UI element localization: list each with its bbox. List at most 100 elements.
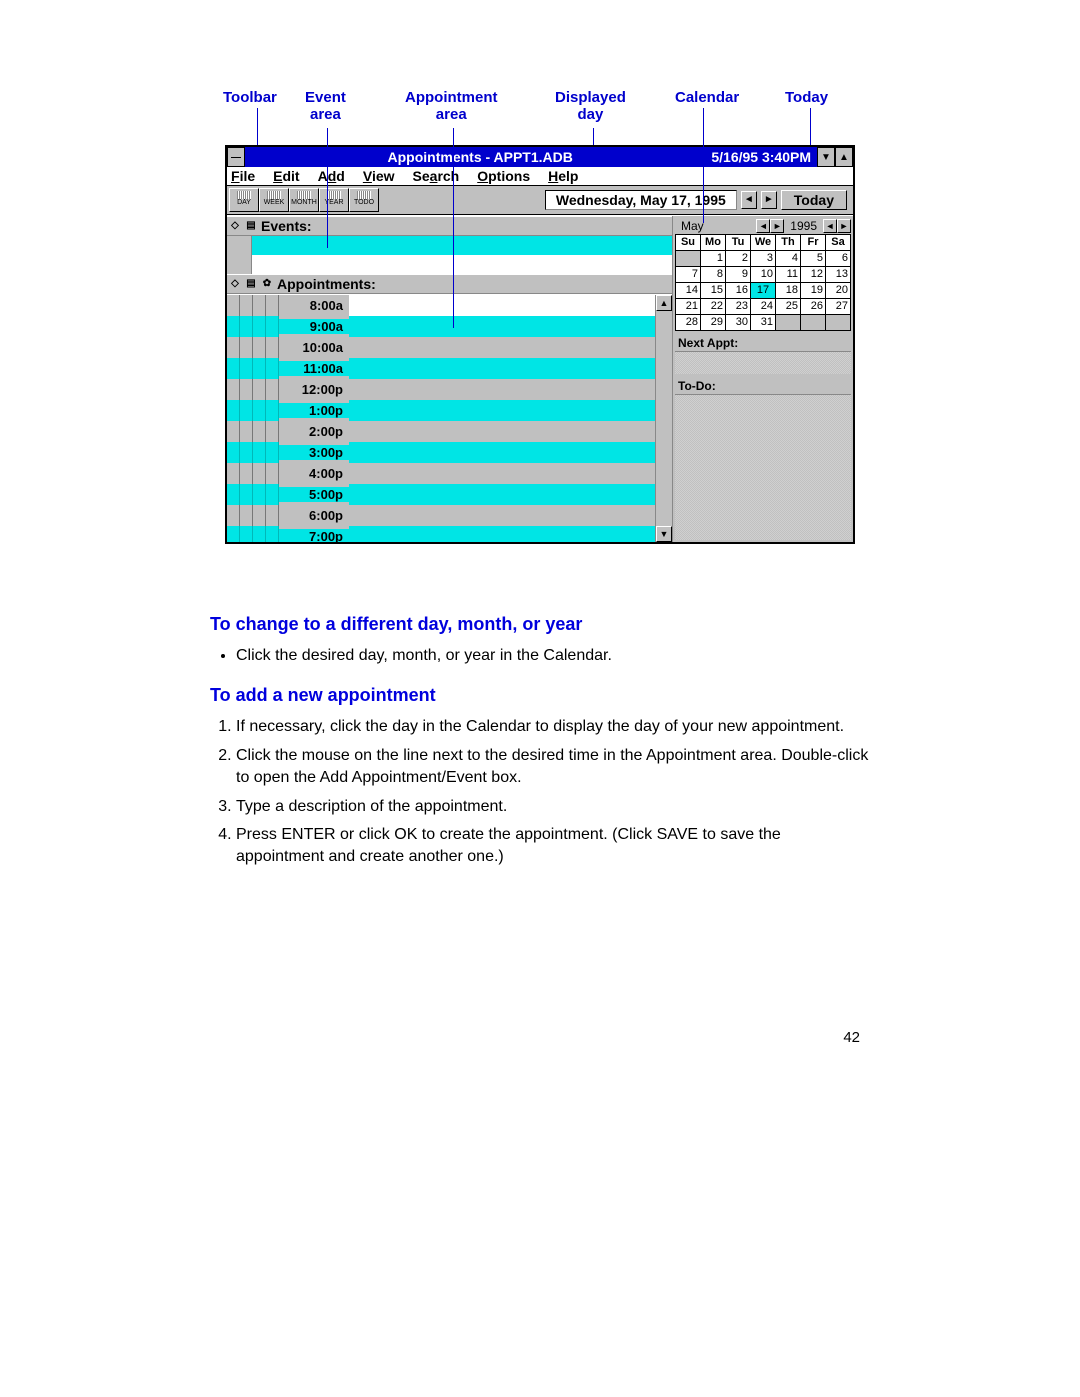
maximize-button[interactable]: ▲ <box>835 147 853 167</box>
time-slot[interactable]: 9:00a <box>227 316 656 337</box>
cal-day-cell[interactable]: 1 <box>701 251 726 267</box>
time-slot[interactable]: 2:00p <box>227 421 656 442</box>
toolbar-week[interactable]: WEEK <box>259 188 289 212</box>
cal-day-cell[interactable]: 4 <box>776 251 801 267</box>
cal-day-cell[interactable]: 19 <box>801 283 826 299</box>
next-day-button[interactable]: ► <box>761 191 777 209</box>
appt-scrollbar[interactable]: ▲ ▼ <box>655 295 672 542</box>
toolbar-month[interactable]: MONTH <box>289 188 319 212</box>
events-label: Events: <box>261 218 312 234</box>
menu-options[interactable]: Options <box>477 168 530 184</box>
cal-day-cell[interactable]: 22 <box>701 299 726 315</box>
cal-dow-header: Su <box>676 235 701 251</box>
cal-day-cell[interactable]: 23 <box>726 299 751 315</box>
calendar-grid[interactable]: SuMoTuWeThFrSa 1234567891011121314151617… <box>675 234 851 331</box>
cal-day-cell <box>776 315 801 331</box>
time-slot[interactable]: 6:00p <box>227 505 656 526</box>
cal-day-cell[interactable]: 10 <box>751 267 776 283</box>
cal-dow-header: Th <box>776 235 801 251</box>
menu-help[interactable]: Help <box>548 168 578 184</box>
cal-day-cell[interactable]: 29 <box>701 315 726 331</box>
cal-day-cell[interactable]: 7 <box>676 267 701 283</box>
cal-day-cell <box>826 315 851 331</box>
cal-day-cell[interactable]: 28 <box>676 315 701 331</box>
menu-file[interactable]: File <box>231 168 255 184</box>
next-appt-label: Next Appt: <box>675 335 851 352</box>
toolbar-todo[interactable]: TODO <box>349 188 379 212</box>
cal-day-cell[interactable]: 18 <box>776 283 801 299</box>
cal-dow-header: Mo <box>701 235 726 251</box>
callout-displayed-day: Displayed day <box>555 90 626 123</box>
cal-day-cell[interactable]: 6 <box>826 251 851 267</box>
cal-day-cell[interactable]: 14 <box>676 283 701 299</box>
cal-day-cell[interactable]: 26 <box>801 299 826 315</box>
cal-day-cell[interactable]: 12 <box>801 267 826 283</box>
appt-icon-2: ▤ <box>245 278 257 290</box>
cal-day-cell[interactable]: 20 <box>826 283 851 299</box>
cal-day-cell[interactable]: 30 <box>726 315 751 331</box>
calendar-header: May ◄ ► 1995 ◄ ► <box>675 218 851 234</box>
cal-day-cell[interactable]: 5 <box>801 251 826 267</box>
title-bar: — Appointments - APPT1.ADB 5/16/95 3:40P… <box>227 147 853 167</box>
cal-month: May <box>675 219 756 233</box>
cal-year-next[interactable]: ► <box>837 219 851 233</box>
instructions: To change to a different day, month, or … <box>210 614 870 869</box>
cal-day-cell[interactable]: 17 <box>751 283 776 299</box>
cal-day-cell[interactable]: 2 <box>726 251 751 267</box>
cal-day-cell[interactable]: 11 <box>776 267 801 283</box>
cal-day-cell[interactable]: 13 <box>826 267 851 283</box>
time-slot[interactable]: 12:00p <box>227 379 656 400</box>
heading-change-day: To change to a different day, month, or … <box>210 614 870 635</box>
prev-day-button[interactable]: ◄ <box>741 191 757 209</box>
cal-day-cell[interactable]: 25 <box>776 299 801 315</box>
cal-day-cell[interactable]: 8 <box>701 267 726 283</box>
time-slot[interactable]: 10:00a <box>227 337 656 358</box>
cal-day-cell[interactable]: 31 <box>751 315 776 331</box>
minimize-button[interactable]: ▼ <box>817 147 835 167</box>
cal-month-next[interactable]: ► <box>770 219 784 233</box>
scroll-down-button[interactable]: ▼ <box>656 526 672 542</box>
system-menu-icon[interactable]: — <box>227 147 245 167</box>
bullet-1: Click the desired day, month, or year in… <box>236 645 870 667</box>
cal-year-prev[interactable]: ◄ <box>823 219 837 233</box>
scroll-up-button[interactable]: ▲ <box>656 295 672 311</box>
cal-day-cell[interactable]: 9 <box>726 267 751 283</box>
cal-month-prev[interactable]: ◄ <box>756 219 770 233</box>
toolbar: DAY WEEK MONTH YEAR TODO Wednesday, May … <box>227 186 853 215</box>
cal-day-cell[interactable]: 27 <box>826 299 851 315</box>
cal-day-cell[interactable]: 15 <box>701 283 726 299</box>
todo-label: To-Do: <box>675 378 851 395</box>
cal-day-cell[interactable]: 24 <box>751 299 776 315</box>
instruction-step: Click the mouse on the line next to the … <box>236 745 870 790</box>
menu-edit[interactable]: Edit <box>273 168 299 184</box>
app-window: — Appointments - APPT1.ADB 5/16/95 3:40P… <box>225 145 855 544</box>
appointments-header: ◇ ▤ ✿ Appointments: <box>227 274 672 294</box>
toolbar-year[interactable]: YEAR <box>319 188 349 212</box>
time-slot[interactable]: 7:00p <box>227 526 656 542</box>
callout-calendar: Calendar <box>675 90 739 107</box>
cal-day-cell[interactable]: 16 <box>726 283 751 299</box>
events-area[interactable] <box>227 236 672 274</box>
today-button[interactable]: Today <box>781 190 847 210</box>
toolbar-day[interactable]: DAY <box>229 188 259 212</box>
callouts: Toolbar Event area Appointment area Disp… <box>225 90 855 145</box>
menu-add[interactable]: Add <box>318 168 345 184</box>
time-slot[interactable]: 5:00p <box>227 484 656 505</box>
callout-today: Today <box>785 90 828 107</box>
time-slot[interactable]: 8:00a <box>227 295 656 316</box>
time-slot[interactable]: 3:00p <box>227 442 656 463</box>
window-title: Appointments - APPT1.ADB <box>245 147 705 167</box>
instruction-step: Press ENTER or click OK to create the ap… <box>236 824 870 869</box>
appt-icon-3: ✿ <box>261 278 273 290</box>
appointment-area[interactable]: 8:00a9:00a10:00a11:00a12:00p1:00p2:00p3:… <box>227 295 656 542</box>
cal-day-cell[interactable]: 3 <box>751 251 776 267</box>
cal-year: 1995 <box>784 219 823 233</box>
cal-day-cell <box>801 315 826 331</box>
time-slot[interactable]: 4:00p <box>227 463 656 484</box>
time-slot[interactable]: 1:00p <box>227 400 656 421</box>
cal-day-cell[interactable]: 21 <box>676 299 701 315</box>
time-slot[interactable]: 11:00a <box>227 358 656 379</box>
menu-view[interactable]: View <box>363 168 395 184</box>
cal-dow-header: We <box>751 235 776 251</box>
events-header: ◇ ▤ Events: <box>227 216 672 236</box>
